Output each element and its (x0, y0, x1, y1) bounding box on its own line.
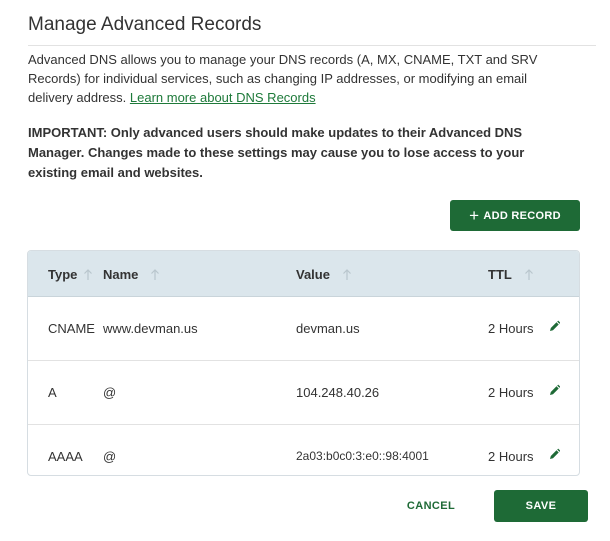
plus-icon: + (469, 206, 480, 225)
add-record-button[interactable]: + ADD RECORD (450, 200, 580, 231)
record-ttl: 2 Hours (488, 385, 534, 400)
sort-up-arrow-icon (84, 268, 93, 280)
dialog-title: Manage Advanced Records (28, 14, 262, 35)
table-row: A @ 104.248.40.26 2 Hours (28, 361, 579, 425)
save-button[interactable]: SAVE (494, 490, 588, 522)
column-label: Name (103, 267, 139, 282)
table-row: AAAA @ 2a03:b0c0:3:e0::98:4001 2 Hours (28, 425, 579, 475)
record-name: www.devman.us (103, 321, 198, 336)
record-type: AAAA (48, 449, 83, 464)
pencil-icon[interactable] (548, 447, 560, 461)
intro-paragraph: Advanced DNS allows you to manage your D… (28, 50, 573, 107)
record-name: @ (103, 449, 117, 464)
table-header: Type Name Value TTL (28, 251, 579, 297)
record-name: @ (103, 385, 117, 400)
column-header-type[interactable]: Type (48, 267, 93, 282)
cancel-button[interactable]: CANCEL (400, 492, 462, 520)
sort-up-arrow-icon (343, 268, 351, 280)
title-divider (28, 45, 596, 46)
column-header-value[interactable]: Value (296, 267, 352, 282)
record-ttl: 2 Hours (488, 321, 534, 336)
pencil-icon[interactable] (548, 383, 560, 397)
record-value: devman.us (296, 321, 360, 336)
dns-records-table: Type Name Value TTL CNAME www.devman.us … (27, 250, 580, 476)
column-label: Type (48, 267, 78, 282)
add-record-label: ADD RECORD (483, 209, 561, 222)
column-label: TTL (488, 267, 512, 282)
record-ttl: 2 Hours (488, 449, 534, 464)
important-warning: IMPORTANT: Only advanced users should ma… (28, 125, 525, 180)
column-header-ttl[interactable]: TTL (488, 267, 534, 282)
learn-more-link[interactable]: Learn more about DNS Records (130, 90, 316, 105)
column-header-name[interactable]: Name (103, 267, 160, 282)
record-type: A (48, 385, 57, 400)
record-value: 2a03:b0c0:3:e0::98:4001 (296, 449, 429, 463)
column-label: Value (296, 267, 330, 282)
sort-up-arrow-icon (151, 268, 160, 280)
pencil-icon[interactable] (548, 319, 560, 333)
record-value: 104.248.40.26 (296, 385, 380, 400)
table-row: CNAME www.devman.us devman.us 2 Hours (28, 297, 579, 361)
record-type: CNAME (48, 321, 95, 336)
sort-up-arrow-icon (524, 268, 533, 280)
